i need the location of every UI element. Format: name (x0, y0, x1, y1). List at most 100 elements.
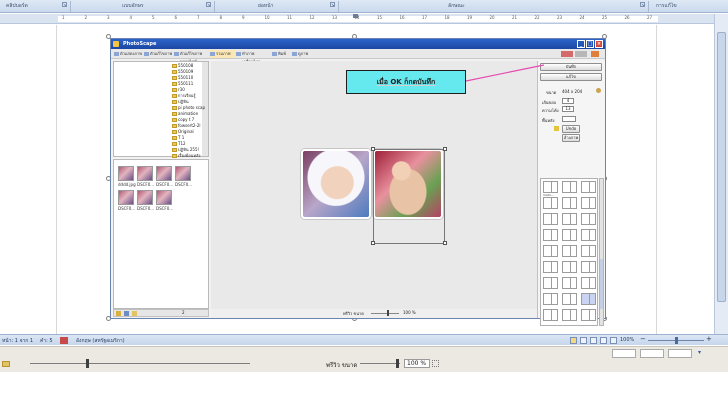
tab-print[interactable]: พิมพ์ (271, 50, 291, 58)
layout-template[interactable] (543, 277, 558, 289)
tab-view[interactable]: ดูภาพ (291, 50, 311, 58)
scrollbar-thumb[interactable] (717, 32, 726, 302)
layout-template[interactable] (562, 181, 577, 193)
ribbon-group-styles[interactable]: ลักษณะ ↘ (448, 2, 646, 11)
folder-icon[interactable] (132, 311, 137, 316)
zoom-slider-knob[interactable] (675, 337, 678, 344)
ribbon-group-editing[interactable]: การแก้ไข (656, 2, 712, 11)
selection-handle[interactable] (371, 147, 375, 151)
selection-handle[interactable] (443, 147, 447, 151)
preview-zoom-knob[interactable] (396, 359, 399, 368)
layout-template[interactable] (581, 261, 596, 273)
scrollbar-thumb[interactable] (600, 259, 603, 309)
photo-thumbnail[interactable] (137, 166, 153, 181)
proofing-icon[interactable] (60, 337, 68, 344)
tab-page[interactable]: รวมภาพ (209, 50, 235, 58)
layout-template[interactable] (562, 197, 577, 209)
star-icon[interactable] (116, 311, 121, 316)
tab-viewer[interactable]: ตัวแสดงภาพ (113, 50, 143, 58)
photo-thumbnail[interactable] (118, 166, 134, 181)
layout-template[interactable] (562, 277, 577, 289)
edit-button[interactable]: แก้ไข (540, 73, 602, 81)
help-icon[interactable] (591, 51, 599, 57)
lower-slider-knob[interactable] (86, 359, 89, 368)
dialog-launcher-icon[interactable]: ↘ (206, 2, 211, 7)
language-indicator[interactable]: อังกฤษ (สหรัฐอเมริกา) (76, 337, 125, 345)
horizontal-ruler[interactable]: 1234567891011121314151617181920212223242… (0, 14, 720, 24)
layout-template[interactable] (581, 293, 596, 305)
toolbar-button-icon[interactable] (561, 51, 573, 57)
layout-template[interactable] (562, 213, 577, 225)
tab-batch-editor[interactable]: ตัวแก้ไขภาพหลายไฟล์ (173, 50, 209, 64)
thumbnail-pane[interactable]: dddd.jpg DSCF0... DSCF0... DSCF0... DSCF0...… (113, 159, 209, 309)
layout-template[interactable] (543, 197, 558, 209)
layout-template[interactable] (581, 277, 596, 289)
layout-template[interactable] (543, 213, 558, 225)
photo-thumbnail[interactable] (137, 190, 153, 205)
layout-template[interactable] (543, 309, 558, 321)
photoscape-titlebar[interactable]: PhotoScape _ □ × (111, 39, 605, 49)
ribbon-group-font[interactable]: แบบอักษร ↘ (122, 2, 212, 11)
photo-thumbnail[interactable] (156, 166, 172, 181)
dialog-launcher-icon[interactable]: ↘ (62, 2, 67, 7)
ribbon-group-paragraph[interactable]: ย่อหน้า ↘ (258, 2, 336, 11)
layout-template[interactable] (581, 213, 596, 225)
layout-template[interactable] (543, 229, 558, 241)
draft-view-icon[interactable] (610, 337, 617, 344)
zoom-slider-knob[interactable] (387, 310, 389, 316)
margin-spinner[interactable]: 4 (562, 98, 574, 104)
minimize-icon[interactable]: _ (577, 40, 585, 48)
preview-zoom-slider[interactable] (360, 363, 400, 364)
photo-thumbnail[interactable] (118, 190, 134, 205)
page-count[interactable]: หน้า: 1 จาก 1 (2, 337, 33, 345)
layout-template[interactable] (562, 261, 577, 273)
layout-template[interactable] (562, 245, 577, 257)
photo-thumbnail[interactable] (156, 190, 172, 205)
layout-template[interactable] (581, 181, 596, 193)
layout-thumb-icon[interactable] (668, 349, 692, 358)
ribbon-group-clipboard[interactable]: คลิปบอร์ด ↘ (6, 2, 68, 11)
outline-view-icon[interactable] (600, 337, 607, 344)
preview-zoom-value[interactable]: 100 % (404, 359, 430, 368)
vertical-scrollbar[interactable] (714, 14, 728, 334)
size-settings-icon[interactable] (596, 88, 601, 93)
baby-photo-1[interactable] (301, 149, 371, 219)
tab-editor[interactable]: ตัวแก้ไขภาพ (143, 50, 173, 58)
zoom-slider[interactable] (371, 313, 399, 314)
undo-button[interactable]: Undo (562, 125, 580, 133)
print-layout-view-icon[interactable] (570, 337, 577, 344)
photo-thumbnail[interactable] (175, 166, 191, 181)
layout-template[interactable] (562, 309, 577, 321)
tab-animated-gif[interactable]: ทำภาพเคลื่อนไหว (235, 50, 271, 64)
layout-template[interactable] (581, 309, 596, 321)
close-icon[interactable]: × (595, 40, 603, 48)
maximize-icon[interactable]: □ (586, 40, 594, 48)
layout-thumb-icon[interactable] (612, 349, 636, 358)
layout-thumb-icon[interactable] (640, 349, 664, 358)
selection-handle[interactable] (371, 241, 375, 245)
round-spinner[interactable]: 13 (562, 106, 574, 112)
folder-icon[interactable] (2, 361, 10, 367)
dialog-launcher-icon[interactable]: ↘ (330, 2, 335, 7)
clear-button[interactable]: ล้างภาพ (562, 134, 580, 142)
layout-template[interactable] (543, 181, 558, 193)
zoom-level[interactable]: 100% (620, 337, 634, 343)
zoom-in-icon[interactable]: + (706, 335, 712, 343)
layout-scrollbar[interactable] (599, 178, 604, 326)
toolbar-button-icon[interactable] (575, 51, 587, 57)
layout-template[interactable] (562, 229, 577, 241)
chevron-down-icon[interactable]: ▾ (698, 349, 701, 356)
refresh-icon[interactable] (124, 311, 129, 316)
layout-template[interactable] (562, 293, 577, 305)
layout-templates[interactable]: matri... (540, 178, 598, 326)
save-button[interactable]: บันทึก (540, 63, 602, 71)
full-screen-view-icon[interactable] (580, 337, 587, 344)
word-count[interactable]: คำ: 5 (40, 337, 53, 345)
indent-marker-icon[interactable] (353, 14, 358, 18)
background-color-picker[interactable] (562, 116, 576, 122)
selection-frame[interactable] (373, 149, 445, 244)
layout-template[interactable] (543, 261, 558, 273)
folder-tree[interactable]: 550108 550109 550110 550111 r30 การเรียนรู้ ปฏ… (113, 61, 209, 158)
layout-template[interactable] (543, 245, 558, 257)
layout-template[interactable] (581, 229, 596, 241)
